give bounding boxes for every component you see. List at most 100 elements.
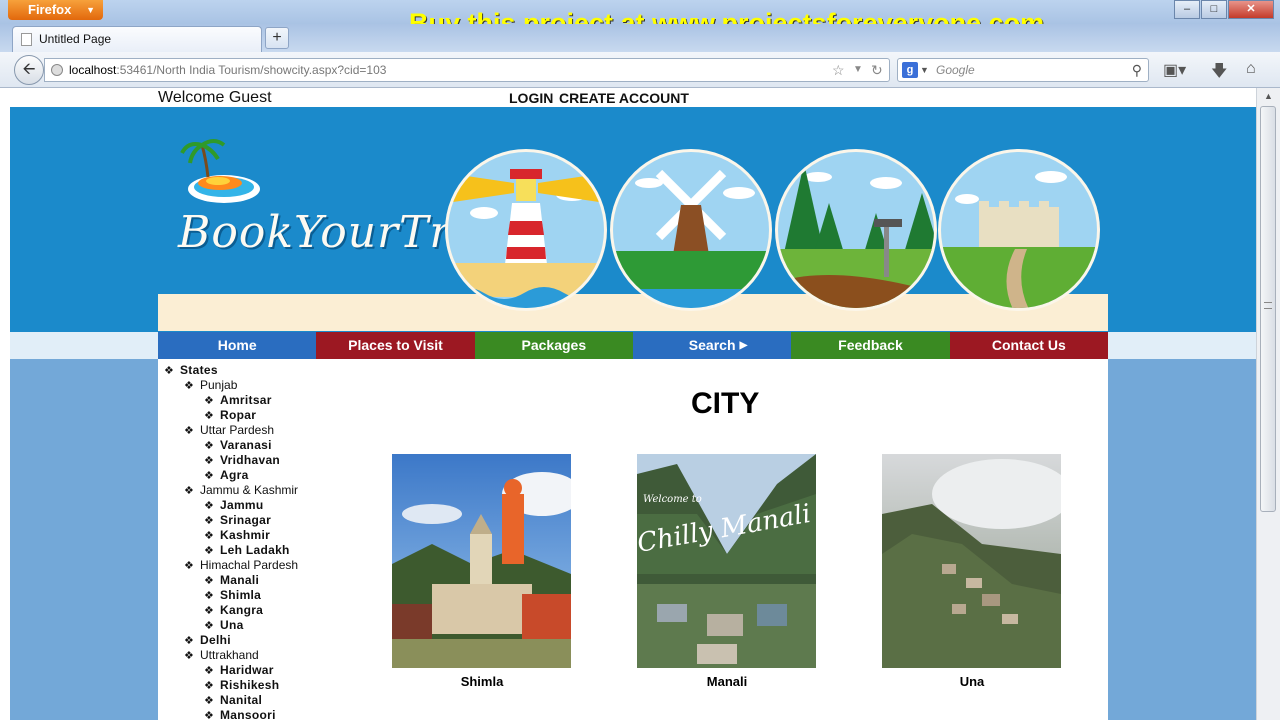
tree-city-item[interactable]: ❖ Rishikesh [204,678,279,693]
firefox-menu-button[interactable]: Firefox ▼ [8,0,103,20]
city-card[interactable]: Welcome to Chilly Manali Manali [637,454,817,689]
tab-strip: Untitled Page + [0,24,1280,52]
history-dropdown-icon[interactable]: ▼ [853,59,863,81]
tab-title: Untitled Page [39,32,112,46]
tree-item-label: Ropar [220,408,257,422]
navigation-toolbar: 🡨 localhost:53461/North India Tourism/sh… [0,52,1280,88]
menu-item-label: Packages [521,337,587,353]
diamond-bullet-icon: ❖ [204,530,214,542]
tree-city-item[interactable]: ❖ Vridhavan [204,453,280,468]
scroll-up-arrow-icon[interactable]: ▲ [1257,88,1280,104]
shimla-photo[interactable] [392,454,571,668]
tree-city-item[interactable]: ❖ Amritsar [204,393,272,408]
tree-city-item[interactable]: ❖ Una [204,618,244,633]
tree-city-item[interactable]: ❖ Haridwar [204,663,274,678]
city-card[interactable]: Shimla [392,454,572,689]
home-icon[interactable]: ⌂ [1246,60,1256,78]
city-card[interactable]: Una [882,454,1062,689]
diamond-bullet-icon: ❖ [204,455,214,467]
scrollbar-grip [1264,302,1272,309]
city-name[interactable]: Manali [637,674,817,689]
google-icon[interactable]: g [902,62,918,78]
diamond-bullet-icon: ❖ [204,440,214,452]
manali-photo[interactable]: Welcome to Chilly Manali [637,454,816,668]
tree-city-item[interactable]: ❖ Manali [204,573,259,588]
reload-icon[interactable]: ↻ [871,59,883,81]
menu-item-packages[interactable]: Packages [474,332,633,359]
tree-state-item[interactable]: ❖ Punjab [184,378,237,393]
diamond-bullet-icon: ❖ [204,575,214,587]
diamond-bullet-icon: ❖ [184,425,194,437]
tree-city-item[interactable]: ❖ Kashmir [204,528,270,543]
diamond-bullet-icon: ❖ [204,395,214,407]
tree-item-label: Leh Ladakh [220,543,290,557]
palm-island-logo-icon [180,139,260,203]
minimize-button[interactable]: – [1174,0,1200,19]
welcome-text: Welcome Guest [158,89,272,106]
menu-item-contact[interactable]: Contact Us [949,332,1108,359]
manali-overlay-welcome: Welcome to [643,494,702,505]
tree-item-label: Shimla [220,588,262,602]
tree-state-item[interactable]: ❖ Uttar Pardesh [184,423,274,438]
una-photo[interactable] [882,454,1061,668]
create-account-link[interactable]: CREATE ACCOUNT [559,90,689,106]
search-placeholder: Google [936,63,975,77]
tree-item-label: Vridhavan [220,453,281,467]
tree-item-label: Rishikesh [220,678,280,692]
tree-state-item[interactable]: ❖ Jammu & Kashmir [184,483,298,498]
bookmark-star-icon[interactable]: ☆ [832,59,845,81]
top-strip: Welcome Guest LOGIN CREATE ACCOUNT [10,88,1256,107]
close-window-button[interactable]: ✕ [1228,0,1274,19]
tree-item-label: Himachal Pardesh [200,558,299,572]
tree-city-item[interactable]: ❖ Varanasi [204,438,272,453]
tree-state-item[interactable]: ❖ Himachal Pardesh [184,558,298,573]
page-scrollbar[interactable]: ▲ [1256,88,1280,720]
tree-city-item[interactable]: ❖ Nanital [204,693,262,708]
tree-city-item[interactable]: ❖ Agra [204,468,249,483]
tree-item-label: Nanital [220,693,263,707]
tree-item-label: Amritsar [220,393,272,407]
search-icon[interactable]: ⚲ [1132,59,1142,81]
tree-item-label: Punjab [200,378,238,392]
tree-state-item[interactable]: ❖ Uttrakhand [184,648,259,663]
diamond-bullet-icon: ❖ [204,470,214,482]
login-link[interactable]: LOGIN [509,90,553,106]
back-button[interactable]: 🡨 [14,55,44,85]
downloads-icon[interactable]: 🡇 [1211,60,1227,87]
menu-item-label: Search [688,337,736,353]
menu-item-feedback[interactable]: Feedback [791,332,950,359]
page-viewport: Welcome Guest LOGIN CREATE ACCOUNT BookY… [10,88,1256,720]
diamond-bullet-icon: ❖ [184,650,194,662]
tree-city-item[interactable]: ❖ Jammu [204,498,264,513]
tree-city-item[interactable]: ❖ Mansoori [204,708,276,720]
tree-city-item[interactable]: ❖ Ropar [204,408,256,423]
window-titlebar: Firefox ▼ Buy this project at www.projec… [0,0,1280,38]
url-host: localhost [69,63,117,77]
menu-item-label: Places to Visit [348,337,443,353]
new-tab-button[interactable]: + [265,27,289,49]
diamond-bullet-icon: ❖ [184,635,194,647]
diamond-bullet-icon: ❖ [184,485,194,497]
menu-item-home[interactable]: Home [158,332,317,359]
tree-state-item[interactable]: ❖ Delhi [184,633,231,648]
tree-city-item[interactable]: ❖ Shimla [204,588,261,603]
scrollbar-thumb[interactable] [1260,106,1276,512]
maximize-button[interactable]: □ [1201,0,1227,19]
tree-root[interactable]: ❖ States [164,363,218,378]
menu-item-places[interactable]: Places to Visit [316,332,475,359]
diamond-bullet-icon: ❖ [204,695,214,707]
firefox-menu-label: Firefox [28,2,72,17]
bookmarks-menu-icon[interactable]: ▣▾ [1163,60,1186,80]
url-bar[interactable]: localhost:53461/North India Tourism/show… [44,58,890,82]
city-name[interactable]: Una [882,674,1062,689]
menu-item-label: Home [217,337,257,353]
city-name[interactable]: Shimla [392,674,572,689]
tree-city-item[interactable]: ❖ Kangra [204,603,263,618]
tree-city-item[interactable]: ❖ Srinagar [204,513,271,528]
browser-tab[interactable]: Untitled Page [12,26,262,52]
tree-city-item[interactable]: ❖ Leh Ladakh [204,543,290,558]
chevron-down-icon[interactable]: ▼ [920,59,929,81]
menu-item-search[interactable]: Search ▶ [632,332,792,359]
search-bar[interactable]: g ▼ Google ⚲ [897,58,1149,82]
tree-item-label: Kashmir [220,528,271,542]
